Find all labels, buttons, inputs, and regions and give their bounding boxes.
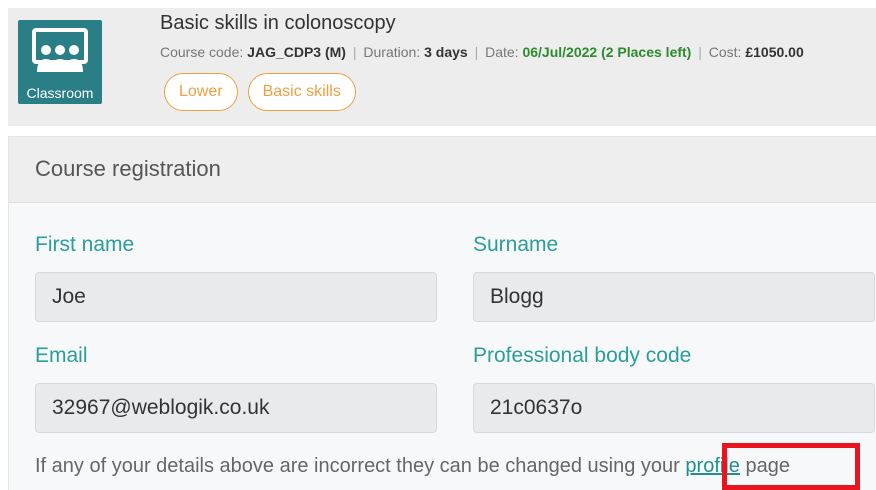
course-code-value: JAG_CDP3 (M)	[247, 44, 346, 60]
meta-separator: |	[698, 44, 702, 60]
course-title: Basic skills in colonoscopy	[160, 12, 396, 34]
course-header: Classroom Basic skills in colonoscopy Co…	[8, 8, 876, 126]
profile-info-text: If any of your details above are incorre…	[35, 455, 790, 478]
duration-value: 3 days	[424, 44, 468, 60]
registration-heading: Course registration	[9, 137, 876, 203]
first-name-field[interactable]: Joe	[35, 272, 437, 322]
info-text-before: If any of your details above are incorre…	[35, 455, 680, 477]
course-code-label: Course code:	[160, 44, 244, 60]
meta-separator: |	[474, 44, 479, 60]
duration-label: Duration:	[363, 44, 421, 60]
surname-label: Surname	[473, 233, 559, 256]
tag-basic-skills[interactable]: Basic skills	[247, 73, 356, 111]
registration-panel: Course registration First name Joe Surna…	[8, 136, 876, 490]
cost-label: Cost:	[708, 44, 742, 60]
date-label: Date:	[485, 44, 519, 60]
cost-value: £1050.00	[745, 44, 804, 60]
professional-code-field[interactable]: 21c0637o	[473, 383, 875, 433]
date-value: 06/Jul/2022 (2 Places left)	[522, 44, 692, 60]
classroom-icon: Classroom	[18, 20, 102, 104]
course-tags: Lower Basic skills	[164, 73, 356, 111]
first-name-label: First name	[35, 233, 135, 256]
meta-separator: |	[352, 44, 357, 60]
surname-field[interactable]: Blogg	[473, 272, 875, 322]
course-meta: Course code: JAG_CDP3 (M) | Duration: 3 …	[160, 44, 804, 60]
course-type-label: Classroom	[26, 85, 94, 101]
tag-lower[interactable]: Lower	[164, 73, 238, 111]
email-label: Email	[35, 344, 88, 367]
professional-code-label: Professional body code	[473, 344, 692, 367]
email-field[interactable]: 32967@weblogik.co.uk	[35, 383, 437, 433]
highlight-box	[722, 443, 860, 490]
